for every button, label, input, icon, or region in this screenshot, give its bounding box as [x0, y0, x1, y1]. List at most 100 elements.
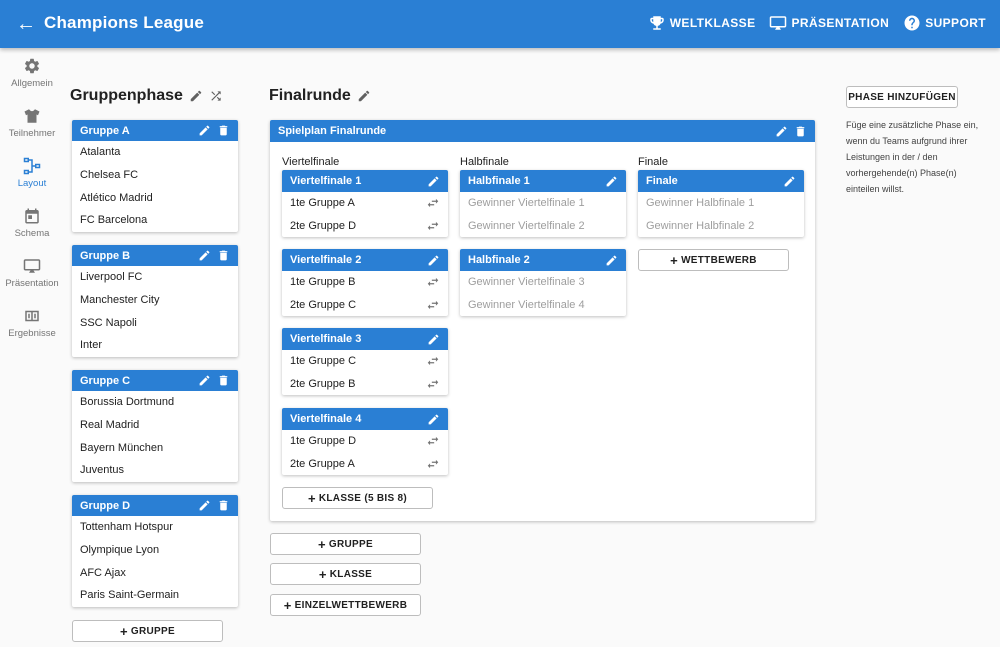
delete-icon[interactable]	[217, 124, 230, 137]
presentation-button[interactable]: PRÄSENTATION	[769, 14, 889, 32]
nav-item-layout[interactable]: Layout	[0, 148, 64, 198]
match-name: Viertelfinale 2	[290, 254, 362, 266]
gear-icon	[24, 58, 40, 74]
match-slot: 1te Gruppe A	[282, 192, 448, 215]
plus-icon: +	[283, 597, 292, 613]
edit-icon[interactable]	[427, 254, 440, 267]
swap-icon[interactable]	[426, 457, 440, 471]
nav-label: Allgemein	[11, 78, 53, 89]
add-single-competition-button[interactable]: + EINZELWETTBEWERB	[270, 594, 421, 616]
edit-icon[interactable]	[198, 374, 211, 387]
edit-icon[interactable]	[189, 89, 203, 103]
quarterfinal-column-label: Viertelfinale	[282, 156, 340, 168]
edit-icon[interactable]	[427, 175, 440, 188]
edit-icon[interactable]	[198, 124, 211, 137]
swap-icon[interactable]	[426, 275, 440, 289]
nav-item-praesentation[interactable]: Präsentation	[0, 248, 64, 298]
match-card-semifinal-1: Halbfinale 1 Gewinner Viertelfinale 1 Ge…	[460, 170, 626, 237]
add-phase-button[interactable]: PHASE HINZUFÜGEN	[846, 86, 958, 108]
nav-label: Ergebnisse	[8, 328, 56, 339]
match-card-header: Halbfinale 2	[460, 249, 626, 271]
help-icon	[904, 15, 920, 31]
match-slot: Gewinner Viertelfinale 3	[460, 271, 626, 294]
presentation-label: PRÄSENTATION	[791, 16, 890, 30]
nav-item-schema[interactable]: Schema	[0, 198, 64, 248]
swap-icon[interactable]	[426, 354, 440, 368]
nav-label: Schema	[14, 228, 50, 239]
group-card-header: Gruppe A	[72, 120, 238, 141]
match-slot: Gewinner Viertelfinale 4	[460, 294, 626, 317]
team-row: Bayern München	[80, 441, 164, 454]
group-card-b: Gruppe B Liverpool FC Manchester City SS…	[72, 245, 238, 357]
edit-icon[interactable]	[775, 125, 788, 138]
plus-icon: +	[307, 490, 316, 506]
swap-icon[interactable]	[426, 377, 440, 391]
slot-label: Gewinner Viertelfinale 4	[468, 298, 585, 311]
group-card-a: Gruppe A Atalanta Chelsea FC Atlético Ma…	[72, 120, 238, 232]
delete-icon[interactable]	[217, 499, 230, 512]
screen-icon	[23, 259, 41, 273]
side-nav: Allgemein Teilnehmer Layout Schema Präse…	[0, 48, 64, 348]
edit-icon[interactable]	[427, 333, 440, 346]
match-name: Halbfinale 1	[468, 175, 530, 187]
edit-icon[interactable]	[357, 89, 371, 103]
shirt-icon	[24, 109, 40, 123]
match-name: Viertelfinale 1	[290, 175, 362, 187]
slot-label: Gewinner Halbfinale 2	[646, 219, 755, 232]
group-phase-header: Gruppenphase	[70, 87, 223, 105]
team-row: Real Madrid	[80, 418, 140, 431]
team-row: Juventus	[80, 464, 125, 477]
add-class-button[interactable]: + KLASSE (5 BIS 8)	[282, 487, 433, 509]
nav-item-ergebnisse[interactable]: Ergebnisse	[0, 298, 64, 348]
add-final-class-button[interactable]: + KLASSE	[270, 563, 421, 585]
slot-label: Gewinner Halbfinale 1	[646, 197, 755, 209]
match-card-header: Viertelfinale 4	[282, 408, 448, 430]
slot-label: Gewinner Viertelfinale 3	[468, 276, 585, 288]
group-card-header: Gruppe D	[72, 495, 238, 516]
match-card-final: Finale Gewinner Halbfinale 1 Gewinner Ha…	[638, 170, 804, 237]
add-phase-label: PHASE HINZUFÜGEN	[848, 91, 956, 103]
weltklasse-button[interactable]: WELTKLASSE	[648, 14, 756, 32]
add-group-label: GRUPPE	[130, 625, 175, 637]
add-competition-button[interactable]: + WETTBEWERB	[638, 249, 789, 271]
add-class-label: KLASSE (5 BIS 8)	[318, 492, 408, 504]
swap-icon[interactable]	[426, 196, 440, 210]
back-arrow-icon[interactable]: ←	[14, 12, 38, 36]
swap-icon[interactable]	[426, 219, 440, 233]
swap-icon[interactable]	[426, 298, 440, 312]
match-slot: 2te Gruppe C	[282, 294, 448, 317]
nav-item-allgemein[interactable]: Allgemein	[0, 48, 64, 98]
add-group-button[interactable]: + GRUPPE	[72, 620, 223, 642]
nav-label: Präsentation	[5, 278, 59, 289]
nav-item-teilnehmer[interactable]: Teilnehmer	[0, 98, 64, 148]
team-row: AFC Ajax	[80, 566, 126, 579]
match-card-quarterfinal-1: Viertelfinale 1 1te Gruppe A 2te Gruppe …	[282, 170, 448, 237]
edit-icon[interactable]	[605, 254, 618, 267]
edit-icon[interactable]	[783, 175, 796, 188]
edit-icon[interactable]	[198, 249, 211, 262]
shuffle-icon[interactable]	[209, 89, 223, 103]
delete-icon[interactable]	[794, 125, 807, 138]
final-round-panel: Spielplan Finalrunde Viertelfinale Halbf…	[270, 120, 815, 521]
trophy-icon	[649, 16, 664, 30]
group-name: Gruppe D	[80, 499, 131, 512]
weltklasse-label: WELTKLASSE	[669, 16, 756, 30]
add-final-group-label: GRUPPE	[328, 538, 373, 550]
presentation-icon	[770, 16, 787, 30]
calendar-icon	[25, 208, 39, 224]
group-name: Gruppe B	[80, 249, 131, 262]
delete-icon[interactable]	[217, 249, 230, 262]
add-single-competition-label: EINZELWETTBEWERB	[294, 599, 408, 611]
edit-icon[interactable]	[427, 413, 440, 426]
add-final-group-button[interactable]: + GRUPPE	[270, 533, 421, 555]
swap-icon[interactable]	[426, 434, 440, 448]
delete-icon[interactable]	[217, 374, 230, 387]
plus-icon: +	[670, 252, 679, 268]
edit-icon[interactable]	[198, 499, 211, 512]
edit-icon[interactable]	[605, 175, 618, 188]
match-slot: 2te Gruppe A	[282, 453, 448, 476]
match-card-quarterfinal-4: Viertelfinale 4 1te Gruppe D 2te Gruppe …	[282, 408, 448, 475]
support-button[interactable]: SUPPORT	[903, 14, 986, 32]
team-row: FC Barcelona	[80, 214, 148, 227]
semifinal-column-label: Halbfinale	[460, 156, 509, 168]
